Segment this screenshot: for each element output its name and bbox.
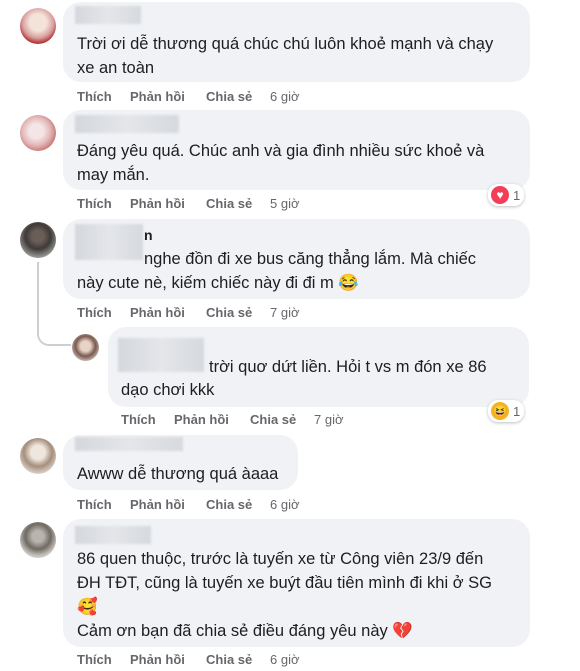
share-button[interactable]: Chia sẻ [250, 412, 296, 427]
comment-actions: Thích Phản hồi Chia sẻ 6 giờ [77, 89, 337, 105]
comment-text: Cảm ơn bạn đã chia sẻ điều đáng yêu này … [77, 622, 413, 640]
reply-button[interactable]: Phản hồi [130, 305, 185, 320]
comment-actions: Thích Phản hồi Chia sẻ 5 giờ [77, 196, 337, 212]
share-button[interactable]: Chia sẻ [206, 652, 252, 667]
reaction-summary[interactable]: 😆 1 [488, 400, 525, 422]
reaction-summary[interactable]: ♥ 1 [488, 184, 525, 206]
like-button[interactable]: Thích [121, 412, 156, 427]
comment-text: xe an toàn [77, 59, 155, 77]
author-name-blurred[interactable] [75, 224, 143, 260]
share-button[interactable]: Chia sẻ [206, 196, 252, 211]
timestamp[interactable]: 6 giờ [270, 89, 300, 104]
share-button[interactable]: Chia sẻ [206, 305, 252, 320]
avatar[interactable] [20, 115, 56, 151]
like-button[interactable]: Thích [77, 652, 112, 667]
comment-actions: Thích Phản hồi Chia sẻ 7 giờ [77, 305, 337, 321]
timestamp[interactable]: 6 giờ [270, 652, 300, 667]
reply-button[interactable]: Phản hồi [130, 497, 185, 512]
author-name-blurred[interactable] [75, 437, 183, 451]
like-button[interactable]: Thích [77, 497, 112, 512]
reply-button[interactable]: Phản hồi [130, 89, 185, 104]
author-name-blurred[interactable] [75, 115, 179, 133]
avatar[interactable] [20, 438, 56, 474]
timestamp[interactable]: 7 giờ [270, 305, 300, 320]
share-button[interactable]: Chia sẻ [206, 89, 252, 104]
reply-button[interactable]: Phản hồi [174, 412, 229, 427]
author-name-blurred[interactable] [75, 6, 141, 24]
timestamp[interactable]: 7 giờ [314, 412, 344, 427]
avatar[interactable] [20, 522, 56, 558]
like-button[interactable]: Thích [77, 89, 112, 104]
comment-text: trời quơ dứt liền. Hỏi t vs m đón xe 86 [209, 358, 487, 376]
haha-reaction-icon: 😆 [491, 402, 509, 420]
avatar[interactable] [20, 8, 56, 44]
reply-button[interactable]: Phản hồi [130, 652, 185, 667]
like-button[interactable]: Thích [77, 305, 112, 320]
reply-button[interactable]: Phản hồi [130, 196, 185, 211]
comment-actions: Thích Phản hồi Chia sẻ 7 giờ [121, 412, 381, 428]
reaction-count: 1 [513, 403, 521, 419]
like-button[interactable]: Thích [77, 196, 112, 211]
comment-text: 86 quen thuộc, trước là tuyến xe từ Công… [77, 550, 484, 568]
reaction-count: 1 [513, 187, 521, 203]
comment-text: ĐH TĐT, cũng là tuyến xe buýt đầu tiên m… [77, 574, 492, 592]
comment-text: nghe đồn đi xe bus căng thẳng lắm. Mà ch… [144, 250, 477, 268]
comment-actions: Thích Phản hồi Chia sẻ 6 giờ [77, 652, 337, 668]
comment-text: dạo chơi kkk [121, 381, 215, 399]
comment-text: Đáng yêu quá. Chúc anh và gia đình nhiều… [77, 142, 485, 160]
timestamp[interactable]: 5 giờ [270, 196, 300, 211]
comment-text: 🥰 [77, 598, 98, 616]
comment-text: này cute nè, kiếm chiếc này đi đi m 😂 [77, 274, 359, 292]
heart-reaction-icon: ♥ [491, 186, 509, 204]
timestamp[interactable]: 6 giờ [270, 497, 300, 512]
share-button[interactable]: Chia sẻ [206, 497, 252, 512]
avatar[interactable] [20, 222, 56, 258]
avatar[interactable] [72, 334, 99, 361]
author-name-blurred[interactable] [118, 338, 204, 372]
comment-text: may mắn. [77, 166, 150, 184]
author-name-tail[interactable]: n [144, 226, 153, 244]
author-name-blurred[interactable] [75, 526, 151, 544]
comment-actions: Thích Phản hồi Chia sẻ 6 giờ [77, 497, 337, 513]
comment-text: Awww dễ thương quá àaaa [77, 465, 279, 483]
comment-text: Trời ơi dễ thương quá chúc chú luôn khoẻ… [77, 35, 494, 53]
